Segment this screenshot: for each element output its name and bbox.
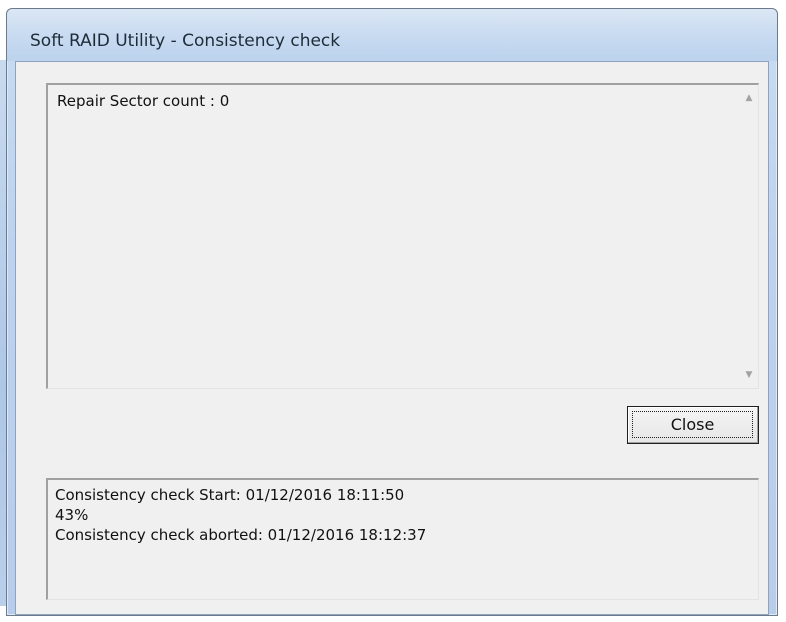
repair-sector-textbox[interactable]: Repair Sector count : 0 ▲ ▼ [46,83,759,389]
dialog-client-area: Repair Sector count : 0 ▲ ▼ Close Consis… [15,61,769,615]
log-line-start: Consistency check Start: 01/12/2016 18:1… [55,486,405,504]
status-log-box[interactable]: Consistency check Start: 01/12/2016 18:1… [46,478,759,600]
vertical-scrollbar[interactable]: ▲ ▼ [740,85,758,388]
log-line-aborted: Consistency check aborted: 01/12/2016 18… [55,526,427,544]
close-button-label: Close [632,411,753,438]
close-button[interactable]: Close [627,406,759,444]
title-bar[interactable]: Soft RAID Utility - Consistency check [7,9,777,61]
window-title: Soft RAID Utility - Consistency check [30,31,341,51]
repair-sector-count-text: Repair Sector count : 0 [57,92,230,110]
log-line-progress: 43% [55,506,89,524]
dialog-window: Soft RAID Utility - Consistency check Re… [6,8,778,616]
scroll-down-arrow-icon[interactable]: ▼ [740,366,758,384]
scroll-up-arrow-icon[interactable]: ▲ [740,89,758,107]
